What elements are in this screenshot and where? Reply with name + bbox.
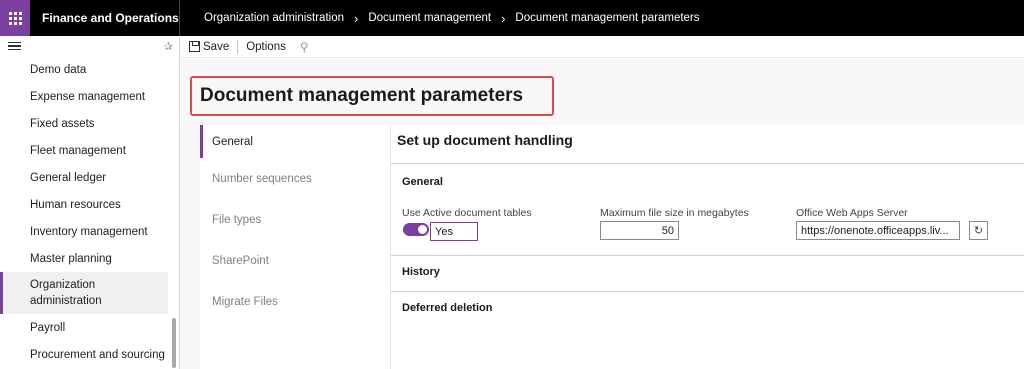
general-group-header[interactable]: General: [402, 176, 443, 188]
refresh-icon[interactable]: ↻: [969, 221, 988, 240]
search-icon[interactable]: ⚲: [300, 40, 309, 54]
divider: [391, 163, 1024, 164]
tab-sharepoint[interactable]: SharePoint: [200, 240, 390, 281]
sidebar-item-fleet-management[interactable]: Fleet management: [0, 137, 179, 164]
breadcrumb-item-doc-mgmt[interactable]: Document management: [368, 12, 491, 24]
breadcrumb: Organization administration › Document m…: [180, 11, 700, 26]
pin-icon[interactable]: ✰: [164, 40, 173, 53]
breadcrumb-item-org-admin[interactable]: Organization administration: [204, 12, 344, 24]
tab-migrate-files[interactable]: Migrate Files: [200, 281, 390, 322]
sidebar: ✰ Demo data Expense management Fixed ass…: [0, 36, 180, 369]
page-title-highlight: Document management parameters: [190, 76, 554, 116]
sidebar-item-demo-data[interactable]: Demo data: [0, 56, 179, 83]
waffle-icon[interactable]: [0, 0, 30, 36]
chevron-right-icon: ›: [501, 10, 506, 26]
save-button[interactable]: Save: [189, 41, 229, 53]
sidebar-scrollbar[interactable]: [172, 318, 176, 368]
settings-panel: Set up document handling General Use Act…: [390, 125, 1024, 369]
chevron-right-icon: ›: [354, 10, 359, 26]
sidebar-item-general-ledger[interactable]: General ledger: [0, 164, 179, 191]
panel-title: Set up document handling: [397, 132, 573, 148]
sidebar-item-payroll[interactable]: Payroll: [0, 314, 179, 341]
save-label: Save: [203, 40, 230, 53]
sidebar-item-expense-management[interactable]: Expense management: [0, 83, 179, 110]
options-button[interactable]: Options: [246, 41, 286, 53]
tab-file-types[interactable]: File types: [200, 199, 390, 240]
toolbar-divider: [237, 39, 239, 54]
sidebar-list: Demo data Expense management Fixed asset…: [0, 56, 179, 368]
save-icon: [189, 41, 200, 52]
sidebar-item-procurement[interactable]: Procurement and sourcing: [0, 341, 179, 368]
sidebar-item-fixed-assets[interactable]: Fixed assets: [0, 110, 179, 137]
divider: [391, 291, 1024, 292]
use-active-value[interactable]: Yes: [430, 222, 478, 241]
sidebar-item-master-planning[interactable]: Master planning: [0, 245, 179, 272]
tab-general[interactable]: General: [200, 125, 390, 158]
use-active-toggle[interactable]: [403, 223, 429, 236]
sidebar-header: ✰: [0, 36, 179, 56]
page-title: Document management parameters: [200, 85, 524, 106]
max-size-input[interactable]: 50: [600, 221, 679, 240]
content-area: Document management parameters General N…: [181, 59, 1024, 369]
use-active-label: Use Active document tables: [402, 207, 532, 219]
tab-number-sequences[interactable]: Number sequences: [200, 158, 390, 199]
hamburger-icon[interactable]: [8, 41, 21, 51]
sidebar-item-inventory-management[interactable]: Inventory management: [0, 218, 179, 245]
breadcrumb-item-doc-params: Document management parameters: [515, 12, 700, 24]
top-nav-bar: Finance and Operations Organization admi…: [0, 0, 1024, 36]
vertical-tabs: General Number sequences File types Shar…: [200, 125, 390, 369]
deferred-deletion-group-header[interactable]: Deferred deletion: [402, 302, 492, 314]
office-server-input[interactable]: https://onenote.officeapps.liv...: [796, 221, 960, 240]
max-size-label: Maximum file size in megabytes: [600, 207, 749, 219]
history-group-header[interactable]: History: [402, 266, 440, 278]
divider: [391, 255, 1024, 256]
action-toolbar: Save Options ⚲: [181, 36, 1024, 58]
app-name[interactable]: Finance and Operations: [30, 0, 180, 36]
sidebar-item-human-resources[interactable]: Human resources: [0, 191, 179, 218]
office-server-label: Office Web Apps Server: [796, 207, 908, 219]
sidebar-item-organization-administration[interactable]: Organization administration: [0, 272, 168, 314]
